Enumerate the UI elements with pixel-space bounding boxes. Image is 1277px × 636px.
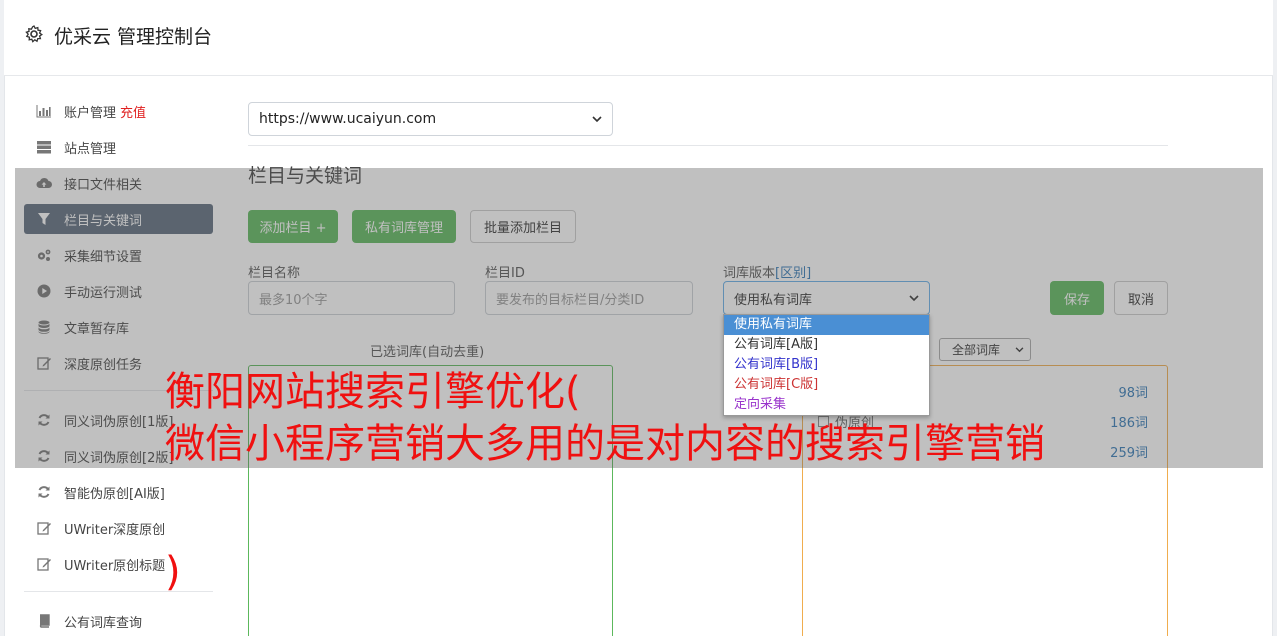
sidebar-item-uwriter-deep[interactable]: UWriter深度原创 — [24, 513, 213, 543]
sidebar-item-label: 站点管理 — [64, 141, 117, 157]
server-icon — [36, 139, 52, 155]
sidebar-divider — [24, 591, 213, 592]
edit-icon — [36, 556, 52, 572]
lib-version-option[interactable]: 公有词库[A版] — [724, 335, 929, 355]
edit-icon — [36, 520, 52, 536]
ad-line-2: 微信小程序营销大多用的是对内容的搜索引擎营销 — [165, 421, 1045, 467]
sidebar-item-label: UWriter深度原创 — [64, 522, 166, 538]
sidebar-item-sites[interactable]: 站点管理 — [24, 132, 213, 162]
app-title: 优采云 管理控制台 — [54, 26, 213, 48]
ad-line-1: 衡阳网站搜索引擎优化( — [165, 369, 581, 415]
lib-version-option[interactable]: 使用私有词库 — [724, 315, 929, 335]
gear-icon — [25, 25, 43, 43]
sidebar-item-label: 账户管理 — [64, 105, 117, 121]
sidebar-item-label: UWriter原创标题 — [64, 558, 166, 574]
ad-line-3: ) — [165, 549, 181, 595]
recharge-link[interactable]: 充值 — [120, 102, 146, 121]
sidebar-item-ai-rewrite[interactable]: 智能伪原创[AI版] — [24, 477, 213, 507]
chevron-down-icon — [592, 115, 602, 122]
site-select[interactable]: https://www.ucaiyun.com — [248, 102, 613, 136]
sidebar-item-uwriter-title[interactable]: UWriter原创标题 — [24, 549, 213, 579]
refresh-icon — [36, 484, 52, 500]
overlay-ad-text: 衡阳网站搜索引擎优化( 微信小程序营销大多用的是对内容的搜索引擎营销 — [165, 366, 1045, 470]
sidebar-item-label: 公有词库查询 — [64, 615, 143, 631]
site-select-value: https://www.ucaiyun.com — [259, 111, 437, 127]
bar-chart-icon — [36, 103, 52, 119]
divider — [248, 145, 1168, 146]
top-bar: 优采云 管理控制台 — [4, 0, 1273, 76]
sidebar-item-label: 智能伪原创[AI版] — [64, 486, 165, 502]
book-icon — [36, 613, 52, 629]
sidebar-item-public-lib-query[interactable]: 公有词库查询 — [24, 606, 213, 636]
sidebar-item-account[interactable]: 账户管理 充值 — [24, 96, 213, 126]
